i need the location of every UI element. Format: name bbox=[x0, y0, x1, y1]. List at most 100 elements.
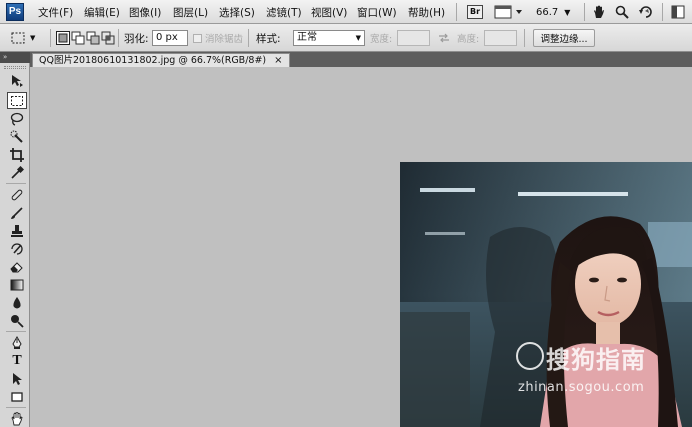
lasso-icon bbox=[10, 112, 24, 126]
tools-divider bbox=[6, 183, 26, 184]
width-label: 宽度: bbox=[370, 34, 393, 45]
brush-icon bbox=[11, 206, 23, 219]
intersect-selection-icon[interactable] bbox=[101, 31, 115, 45]
rotate-view-button[interactable] bbox=[636, 3, 656, 21]
menubar-divider bbox=[662, 3, 663, 21]
tools-panel: » T bbox=[0, 52, 30, 427]
marquee-preset-icon bbox=[11, 32, 25, 44]
dodge-icon bbox=[11, 314, 24, 328]
antialias-checkbox-group[interactable]: 消除锯齿 bbox=[193, 29, 243, 47]
quick-selection-icon bbox=[10, 130, 23, 143]
swap-dimensions-button[interactable] bbox=[438, 29, 450, 47]
sogou-logo-icon bbox=[516, 342, 544, 370]
document-tab-title: QQ图片20180610131802.jpg @ 66.7%(RGB/8#) bbox=[39, 54, 267, 66]
screen-mode-button[interactable] bbox=[492, 3, 526, 21]
feather-input[interactable]: 0 px bbox=[152, 30, 188, 46]
crop-tool[interactable] bbox=[7, 146, 27, 163]
tools-panel-grip[interactable] bbox=[4, 66, 26, 69]
menu-view[interactable]: 视图(V) bbox=[311, 5, 347, 20]
gradient-icon bbox=[10, 279, 24, 290]
lasso-tool[interactable] bbox=[7, 110, 27, 127]
pen-tool[interactable] bbox=[7, 334, 27, 351]
spot-healing-brush-tool[interactable] bbox=[7, 186, 27, 203]
hand-tool[interactable] bbox=[7, 410, 27, 427]
tools-divider bbox=[6, 331, 26, 332]
tool-preset-picker[interactable]: ▼ bbox=[10, 29, 44, 47]
document-tab[interactable]: QQ图片20180610131802.jpg @ 66.7%(RGB/8#) × bbox=[32, 53, 290, 67]
eraser-icon bbox=[10, 261, 23, 272]
zoom-icon bbox=[615, 5, 629, 19]
close-icon[interactable]: × bbox=[274, 55, 282, 66]
style-select-value: 正常 bbox=[297, 32, 317, 43]
options-divider bbox=[50, 29, 51, 47]
chevron-down-icon: ▼ bbox=[30, 34, 36, 42]
arrange-documents-button[interactable] bbox=[668, 3, 688, 21]
hand-icon bbox=[594, 5, 604, 18]
watermark-url: zhinan.sogou.com bbox=[518, 380, 645, 395]
zoom-level-value: 66.7 bbox=[536, 6, 559, 18]
blur-icon bbox=[13, 296, 21, 308]
eraser-tool[interactable] bbox=[7, 258, 27, 275]
antialias-checkbox[interactable] bbox=[193, 33, 202, 43]
menu-bar: Ps 文件(F) 编辑(E) 图像(I) 图层(L) 选择(S) 滤镜(T) 视… bbox=[0, 0, 692, 24]
menu-edit[interactable]: 编辑(E) bbox=[84, 5, 120, 20]
add-to-selection-icon[interactable] bbox=[71, 31, 85, 45]
rectangle-tool[interactable] bbox=[7, 388, 27, 405]
style-select[interactable]: 正常 ▼ bbox=[293, 30, 365, 46]
blur-tool[interactable] bbox=[7, 294, 27, 311]
width-input[interactable] bbox=[397, 30, 430, 46]
subtract-from-selection-icon[interactable] bbox=[86, 31, 100, 45]
chevron-down-icon: ▼ bbox=[355, 34, 361, 42]
gradient-tool[interactable] bbox=[7, 276, 27, 293]
menu-image[interactable]: 图像(I) bbox=[129, 5, 161, 20]
menu-window[interactable]: 窗口(W) bbox=[357, 5, 397, 20]
bridge-button[interactable]: Br bbox=[464, 3, 486, 21]
watermark: 搜狗指南 zhinan.sogou.com bbox=[512, 340, 692, 400]
crop-icon bbox=[10, 147, 24, 162]
eyedropper-tool[interactable] bbox=[7, 164, 27, 181]
chevron-down-icon: ▼ bbox=[564, 7, 571, 17]
menu-filter[interactable]: 滤镜(T) bbox=[266, 5, 302, 20]
path-selection-tool[interactable] bbox=[7, 370, 27, 387]
type-tool[interactable]: T bbox=[7, 352, 27, 369]
zoom-level-dropdown[interactable]: 66.7 ▼ bbox=[536, 3, 578, 21]
feather-label: 羽化: bbox=[124, 32, 149, 45]
quick-selection-tool[interactable] bbox=[7, 128, 27, 145]
swap-icon bbox=[439, 33, 449, 43]
rectangular-marquee-icon bbox=[11, 95, 23, 106]
hand-tool-button[interactable] bbox=[589, 3, 609, 21]
menubar-divider bbox=[456, 3, 457, 21]
height-label: 高度: bbox=[457, 34, 480, 45]
history-brush-icon bbox=[11, 242, 23, 255]
rectangular-marquee-tool[interactable] bbox=[7, 92, 27, 109]
clone-stamp-tool[interactable] bbox=[7, 222, 27, 239]
move-tool[interactable] bbox=[7, 72, 27, 89]
history-brush-tool[interactable] bbox=[7, 240, 27, 257]
dodge-tool[interactable] bbox=[7, 312, 27, 329]
menu-help[interactable]: 帮助(H) bbox=[408, 5, 445, 20]
rotate-view-icon bbox=[639, 6, 652, 18]
style-label: 样式: bbox=[256, 32, 281, 45]
selection-mode-group bbox=[56, 29, 115, 47]
tools-panel-header[interactable]: » bbox=[0, 52, 30, 63]
new-selection-icon[interactable] bbox=[56, 31, 70, 45]
type-icon: T bbox=[12, 352, 22, 368]
antialias-label: 消除锯齿 bbox=[205, 34, 244, 45]
hand-icon bbox=[11, 411, 23, 425]
spot-healing-brush-icon bbox=[11, 189, 23, 200]
menu-file[interactable]: 文件(F) bbox=[38, 5, 73, 20]
pen-icon bbox=[12, 335, 22, 349]
move-icon bbox=[12, 74, 23, 87]
brush-tool[interactable] bbox=[7, 204, 27, 221]
tools-divider bbox=[6, 407, 26, 408]
refine-edge-button[interactable]: 调整边缘... bbox=[533, 29, 595, 47]
height-input[interactable] bbox=[484, 30, 517, 46]
screen-mode-icon bbox=[494, 5, 522, 19]
zoom-tool-button[interactable] bbox=[612, 3, 632, 21]
bridge-icon: Br bbox=[467, 5, 483, 19]
options-bar: ▼ 羽化: 0 px 消除锯齿 样式: 正常 ▼ 宽度: 高度: 调整边缘... bbox=[0, 24, 692, 52]
menu-select[interactable]: 选择(S) bbox=[219, 5, 255, 20]
photoshop-logo: Ps bbox=[6, 3, 24, 21]
menu-layer[interactable]: 图层(L) bbox=[173, 5, 208, 20]
options-divider bbox=[524, 29, 525, 47]
